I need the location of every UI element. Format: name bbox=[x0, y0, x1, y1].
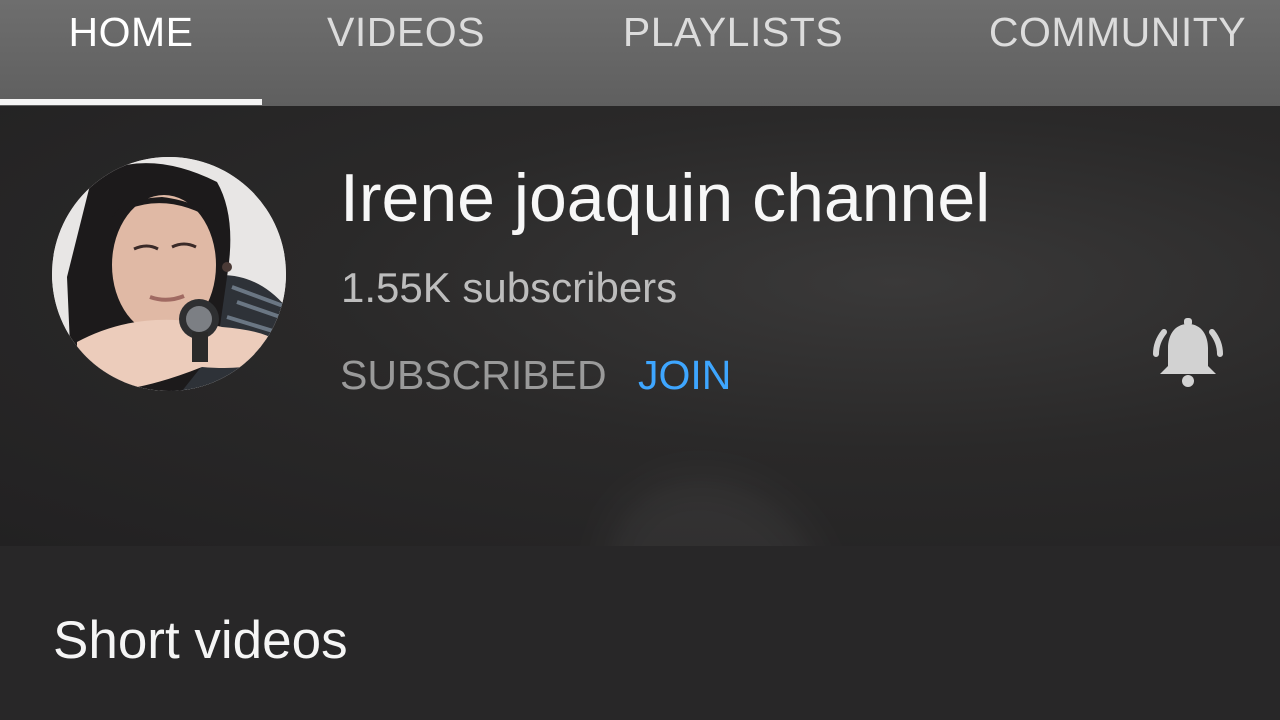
tab-playlists-label: PLAYLISTS bbox=[622, 9, 844, 55]
active-tab-indicator bbox=[0, 99, 262, 105]
bell-icon[interactable] bbox=[1152, 316, 1224, 392]
channel-page: HOME VIDEOS PLAYLISTS COMMUNITY Irene jo… bbox=[0, 0, 1280, 720]
section-title: Short videos bbox=[53, 611, 348, 670]
tab-home[interactable]: HOME bbox=[0, 0, 262, 106]
tab-home-label: HOME bbox=[68, 9, 194, 55]
tab-playlists[interactable]: PLAYLISTS bbox=[590, 0, 876, 106]
subscriber-count: 1.55K subscribers bbox=[341, 264, 678, 311]
channel-title: Irene joaquin channel bbox=[340, 160, 991, 236]
tab-videos-label: VIDEOS bbox=[327, 9, 485, 55]
tab-community[interactable]: COMMUNITY bbox=[955, 0, 1280, 106]
tab-videos[interactable]: VIDEOS bbox=[300, 0, 512, 106]
join-button[interactable]: JOIN bbox=[638, 350, 731, 400]
channel-avatar[interactable] bbox=[52, 157, 286, 391]
subscribed-button[interactable]: SUBSCRIBED bbox=[340, 350, 607, 400]
avatar-portrait-icon bbox=[52, 157, 286, 391]
channel-tab-bar: HOME VIDEOS PLAYLISTS COMMUNITY bbox=[0, 0, 1280, 106]
tab-community-label: COMMUNITY bbox=[988, 9, 1247, 55]
